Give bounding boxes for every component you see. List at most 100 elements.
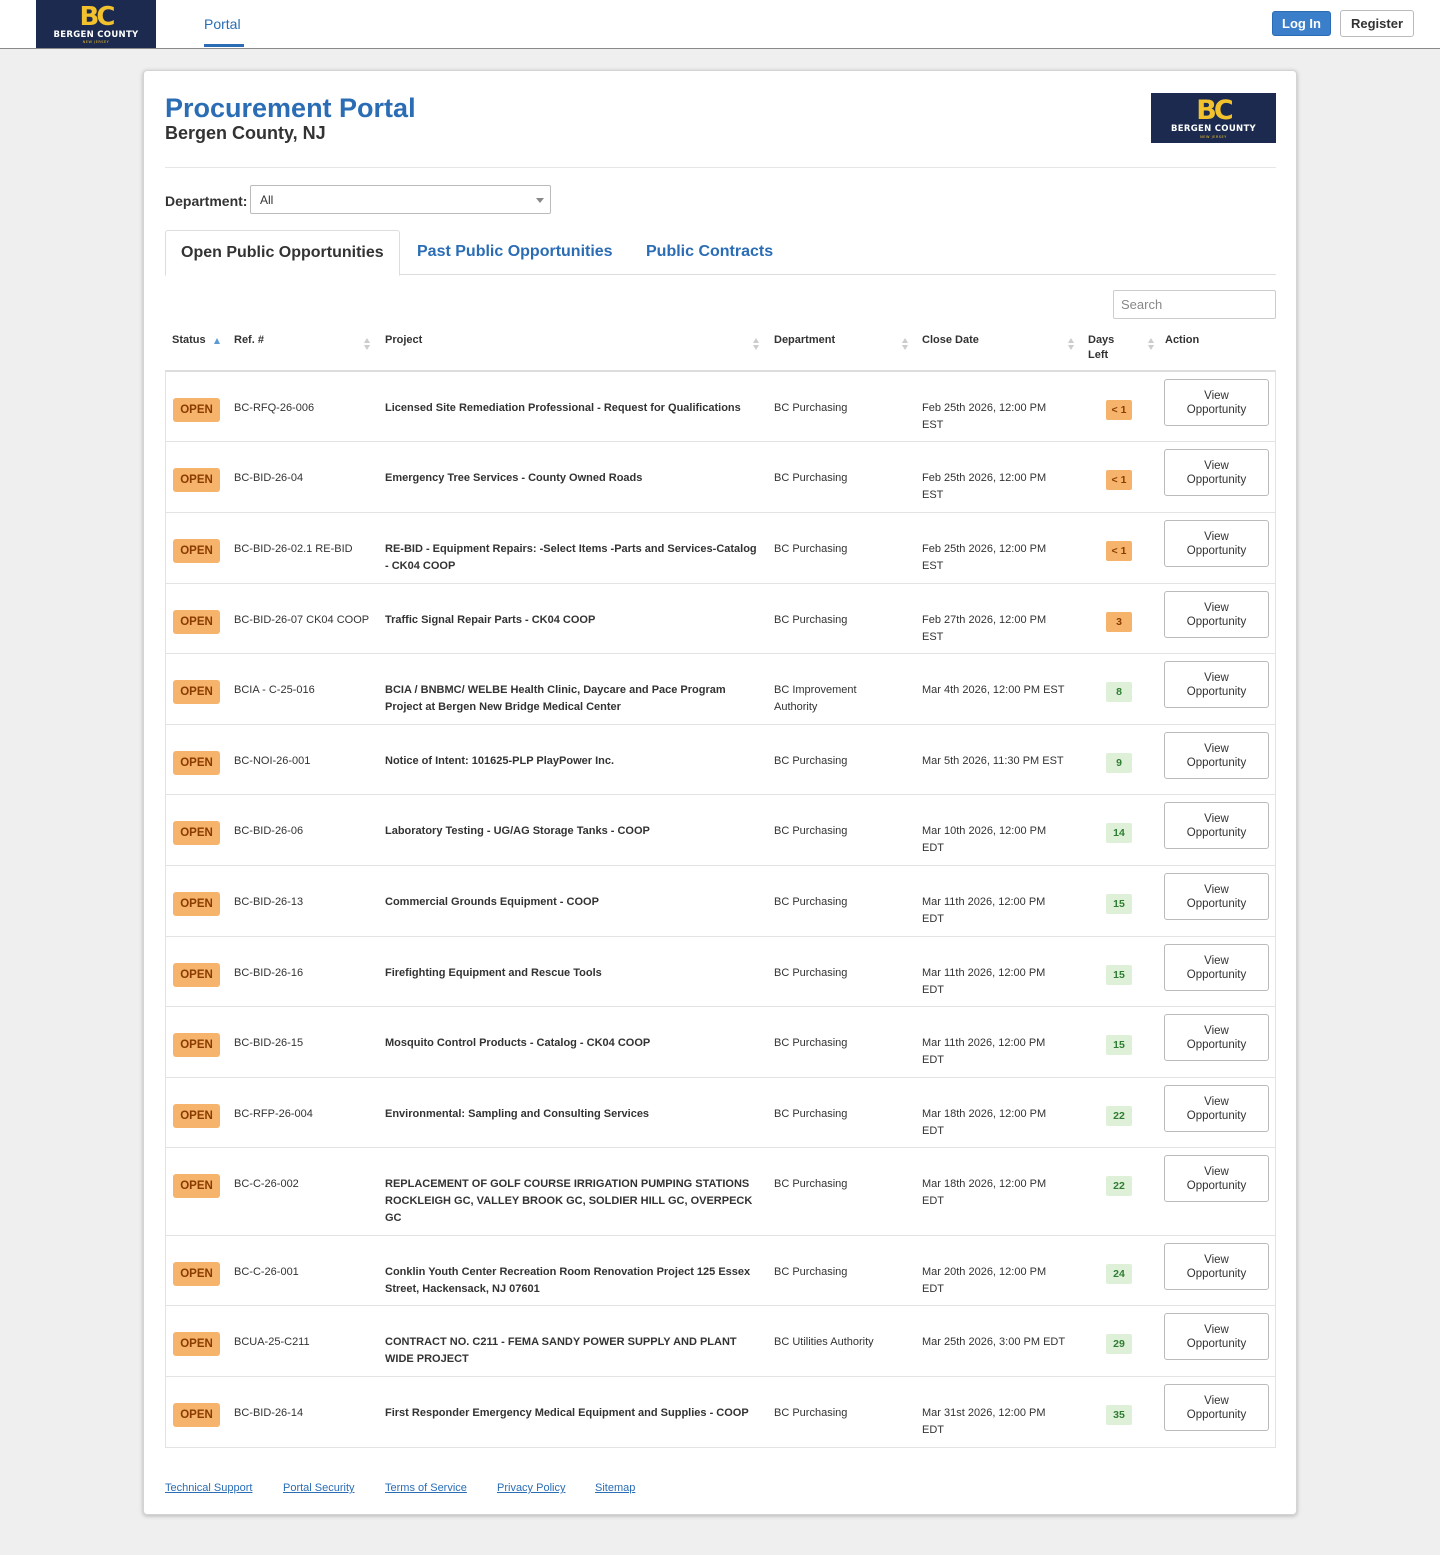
- sort-asc-icon[interactable]: [214, 338, 220, 344]
- bergen-county-logo[interactable]: BC BERGEN COUNTY NEW JERSEY: [36, 0, 156, 48]
- ref-number: BC-BID-26-16: [234, 967, 304, 979]
- table-row: OPEN BC-NOI-26-001 Notice of Intent: 10162…: [166, 725, 1275, 795]
- department-name: BC Improvement Authority: [774, 684, 857, 713]
- tab-open-public-opportunities[interactable]: Open Public Opportunities: [165, 230, 400, 276]
- department-name: BC Purchasing: [774, 755, 848, 767]
- logo-text: BERGEN COUNTY: [53, 29, 139, 40]
- department-name: BC Purchasing: [774, 1266, 848, 1278]
- view-opportunity-button[interactable]: View Opportunity: [1164, 661, 1269, 708]
- view-opportunity-button[interactable]: View Opportunity: [1164, 1155, 1269, 1202]
- project-name: Mosquito Control Products - Catalog - CK…: [385, 1037, 651, 1049]
- table-row: OPEN BC-BID-26-15 Mosquito Control Product…: [166, 1007, 1275, 1078]
- view-opportunity-button[interactable]: View Opportunity: [1164, 732, 1269, 779]
- status-badge: OPEN: [173, 892, 220, 916]
- column-action: Action: [1165, 334, 1200, 346]
- sort-icon[interactable]: [1068, 338, 1075, 350]
- chevron-down-icon: [536, 198, 544, 203]
- column-status[interactable]: Status: [172, 333, 206, 348]
- close-date: Mar 11th 2026, 12:00 PM EDT: [922, 1037, 1046, 1066]
- view-opportunity-button[interactable]: View Opportunity: [1164, 1384, 1269, 1431]
- footer-sitemap[interactable]: Sitemap: [595, 1482, 635, 1494]
- login-button[interactable]: Log In: [1272, 11, 1331, 36]
- view-opportunity-button[interactable]: View Opportunity: [1164, 520, 1269, 567]
- days-left-badge: 8: [1106, 682, 1132, 702]
- status-badge: OPEN: [173, 539, 220, 563]
- project-name: Traffic Signal Repair Parts - CK04 COOP: [385, 614, 596, 626]
- view-opportunity-button[interactable]: View Opportunity: [1164, 1243, 1269, 1290]
- table-row: OPEN BC-BID-26-14 First Responder Emergenc…: [166, 1377, 1275, 1447]
- table-row: OPEN BC-C-26-001 Conklin Youth Center Recr…: [166, 1236, 1275, 1306]
- table-body: OPEN BC-RFQ-26-006 Licensed Site Remediati…: [165, 370, 1276, 1448]
- ref-number: BC-BID-26-02.1 RE-BID: [234, 543, 353, 555]
- department-label: Department:: [165, 193, 248, 209]
- footer-privacy-policy[interactable]: Privacy Policy: [497, 1482, 565, 1494]
- department-name: BC Purchasing: [774, 472, 848, 484]
- project-name: REPLACEMENT OF GOLF COURSE IRRIGATION PU…: [385, 1178, 753, 1224]
- nav-portal-link[interactable]: Portal: [204, 16, 241, 32]
- column-close-date[interactable]: Close Date: [922, 333, 979, 348]
- department-selected-value: All: [260, 193, 274, 207]
- column-days-left[interactable]: Days Left: [1088, 333, 1128, 363]
- table-row: OPEN BC-BID-26-16 Firefighting Equipment a…: [166, 937, 1275, 1007]
- ref-number: BC-C-26-002: [234, 1178, 299, 1190]
- tab-past-public-opportunities[interactable]: Past Public Opportunities: [417, 243, 613, 261]
- department-name: BC Purchasing: [774, 896, 848, 908]
- ref-number: BC-RFQ-26-006: [234, 402, 315, 414]
- view-opportunity-button[interactable]: View Opportunity: [1164, 802, 1269, 849]
- status-badge: OPEN: [173, 1174, 220, 1198]
- table-header: Status Ref. # Project Department Close D…: [165, 321, 1276, 370]
- table-row: OPEN BC-BID-26-07 CK04 COOP Traffic Signal…: [166, 584, 1275, 654]
- project-name: Environmental: Sampling and Consulting S…: [385, 1108, 650, 1120]
- status-badge: OPEN: [173, 1033, 220, 1057]
- close-date: Mar 10th 2026, 12:00 PM EDT: [922, 825, 1047, 854]
- status-badge: OPEN: [173, 821, 220, 845]
- days-left-badge: < 1: [1106, 541, 1132, 561]
- footer-technical-support[interactable]: Technical Support: [165, 1482, 252, 1494]
- status-badge: OPEN: [173, 963, 220, 987]
- tab-public-contracts[interactable]: Public Contracts: [646, 243, 773, 261]
- close-date: Feb 25th 2026, 12:00 PM EST: [922, 543, 1047, 572]
- days-left-badge: 15: [1106, 1035, 1132, 1055]
- project-name: RE-BID - Equipment Repairs: -Select Item…: [385, 543, 757, 572]
- view-opportunity-button[interactable]: View Opportunity: [1164, 944, 1269, 991]
- department-name: BC Purchasing: [774, 1407, 848, 1419]
- table-row: OPEN BC-BID-26-02.1 RE-BID RE-BID - Equipm…: [166, 513, 1275, 584]
- column-project[interactable]: Project: [385, 333, 422, 348]
- days-left-badge: 14: [1106, 823, 1132, 843]
- view-opportunity-button[interactable]: View Opportunity: [1164, 1014, 1269, 1061]
- view-opportunity-button[interactable]: View Opportunity: [1164, 1313, 1269, 1360]
- sort-icon[interactable]: [1148, 338, 1155, 350]
- logo-subtext: NEW JERSEY: [1200, 134, 1227, 139]
- sort-icon[interactable]: [364, 338, 371, 350]
- column-ref[interactable]: Ref. #: [234, 333, 264, 348]
- logo-subtext: NEW JERSEY: [82, 40, 110, 44]
- ref-number: BC-BID-26-06: [234, 825, 304, 837]
- ref-number: BC-BID-26-13: [234, 896, 304, 908]
- sort-icon[interactable]: [902, 338, 909, 350]
- project-name: BCIA / BNBMC/ WELBE Health Clinic, Dayca…: [385, 684, 726, 713]
- sort-icon[interactable]: [753, 338, 760, 350]
- footer-terms-of-service[interactable]: Terms of Service: [385, 1482, 467, 1494]
- department-name: BC Purchasing: [774, 614, 848, 626]
- view-opportunity-button[interactable]: View Opportunity: [1164, 591, 1269, 638]
- column-department[interactable]: Department: [774, 333, 835, 348]
- view-opportunity-button[interactable]: View Opportunity: [1164, 1085, 1269, 1132]
- table-row: OPEN BCIA - C-25-016 BCIA / BNBMC/ WELBE H…: [166, 654, 1275, 725]
- status-badge: OPEN: [173, 398, 220, 422]
- department-select[interactable]: All: [250, 185, 551, 214]
- register-button[interactable]: Register: [1340, 10, 1414, 37]
- project-name: First Responder Emergency Medical Equipm…: [385, 1407, 749, 1419]
- table-row: OPEN BC-RFQ-26-006 Licensed Site Remediati…: [166, 372, 1275, 442]
- days-left-badge: 9: [1106, 753, 1132, 773]
- footer-portal-security[interactable]: Portal Security: [283, 1482, 355, 1494]
- search-input[interactable]: [1113, 290, 1276, 319]
- table-row: OPEN BC-BID-26-13 Commercial Grounds Equip…: [166, 866, 1275, 937]
- view-opportunity-button[interactable]: View Opportunity: [1164, 449, 1269, 496]
- days-left-badge: 29: [1106, 1334, 1132, 1354]
- header-divider: [165, 167, 1276, 168]
- days-left-badge: < 1: [1106, 470, 1132, 490]
- view-opportunity-button[interactable]: View Opportunity: [1164, 379, 1269, 426]
- bergen-county-logo-large: BC BERGEN COUNTY NEW JERSEY: [1151, 93, 1276, 143]
- view-opportunity-button[interactable]: View Opportunity: [1164, 873, 1269, 920]
- project-name: Commercial Grounds Equipment - COOP: [385, 896, 599, 908]
